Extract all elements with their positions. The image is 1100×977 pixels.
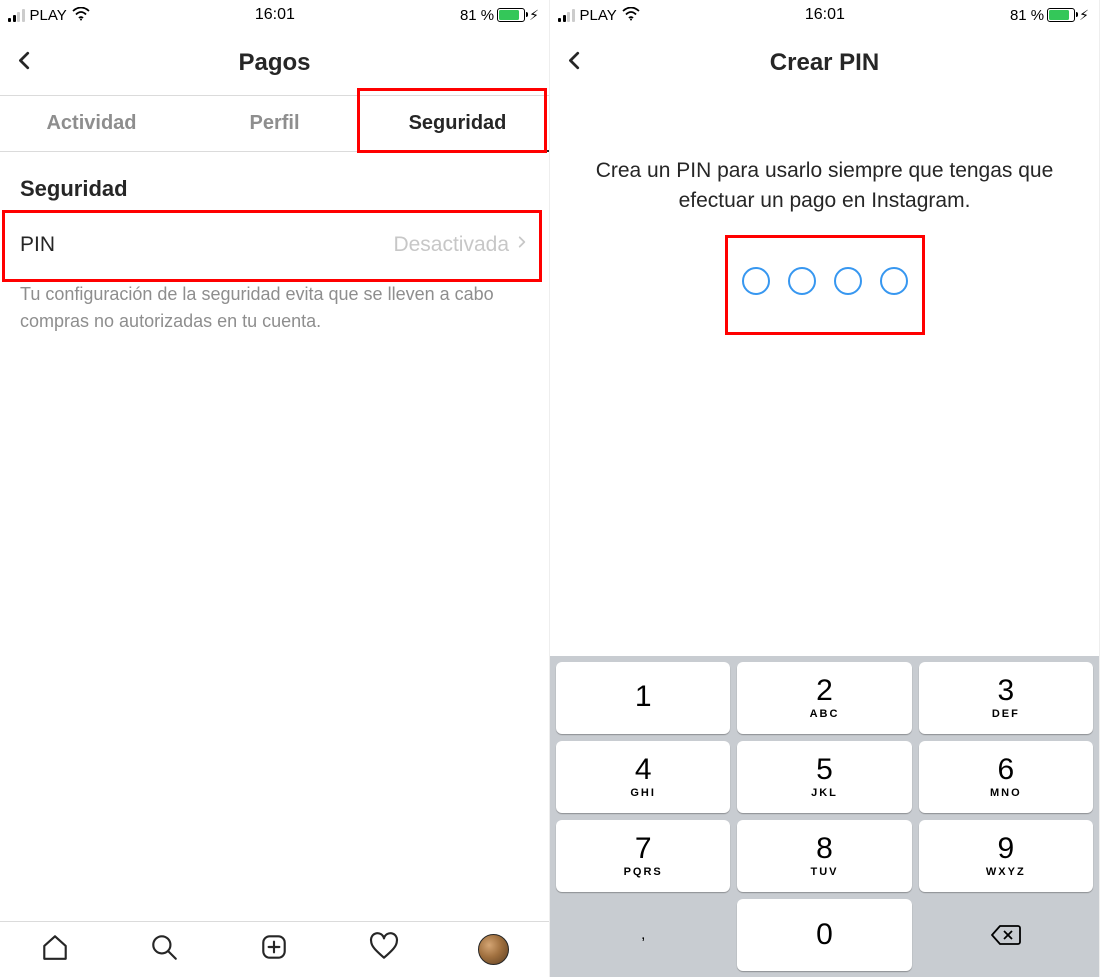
nav-new-post[interactable] bbox=[259, 932, 289, 967]
key-2[interactable]: 2ABC bbox=[737, 662, 911, 734]
backspace-icon bbox=[990, 923, 1022, 947]
status-bar: PLAY 16:01 81 % ⚡︎ bbox=[550, 0, 1099, 30]
nav-profile[interactable] bbox=[478, 934, 509, 965]
tab-profile[interactable]: Perfil bbox=[183, 96, 366, 151]
security-help-text: Tu configuración de la seguridad evita q… bbox=[0, 273, 549, 343]
page-title: Crear PIN bbox=[770, 49, 879, 77]
nav-search[interactable] bbox=[149, 932, 179, 967]
row-pin-right: Desactivada bbox=[393, 232, 529, 257]
row-pin[interactable]: PIN Desactivada bbox=[0, 216, 549, 273]
chevron-right-icon bbox=[515, 232, 529, 257]
key-6[interactable]: 6MNO bbox=[919, 741, 1093, 813]
key-comma[interactable]: , bbox=[556, 899, 730, 971]
carrier-label: PLAY bbox=[580, 7, 617, 24]
screen-payments: PLAY 16:01 81 % ⚡︎ Pagos Actividad Perfi… bbox=[0, 0, 550, 977]
pin-input[interactable] bbox=[550, 247, 1099, 325]
status-right: 81 % ⚡︎ bbox=[1010, 7, 1089, 24]
back-button[interactable] bbox=[14, 46, 36, 79]
screen-create-pin: PLAY 16:01 81 % ⚡︎ Crear PIN Crea un PIN… bbox=[550, 0, 1100, 977]
signal-icon bbox=[558, 8, 575, 22]
status-right: 81 % ⚡︎ bbox=[460, 7, 539, 24]
row-pin-label: PIN bbox=[20, 233, 55, 257]
key-3[interactable]: 3DEF bbox=[919, 662, 1093, 734]
key-8[interactable]: 8TUV bbox=[737, 820, 911, 892]
key-0[interactable]: 0 bbox=[737, 899, 911, 971]
key-5[interactable]: 5JKL bbox=[737, 741, 911, 813]
carrier-label: PLAY bbox=[30, 7, 67, 24]
nav-header: Pagos bbox=[0, 30, 549, 96]
key-4[interactable]: 4GHI bbox=[556, 741, 730, 813]
avatar bbox=[478, 934, 509, 965]
battery-icon bbox=[497, 8, 525, 22]
key-7[interactable]: 7PQRS bbox=[556, 820, 730, 892]
pin-dot-3 bbox=[834, 267, 862, 295]
pin-dot-1 bbox=[742, 267, 770, 295]
bottom-tabbar bbox=[0, 921, 549, 977]
pin-dot-4 bbox=[880, 267, 908, 295]
nav-activity[interactable] bbox=[369, 932, 399, 967]
key-backspace[interactable] bbox=[919, 899, 1093, 971]
charging-icon: ⚡︎ bbox=[529, 7, 539, 24]
nav-header: Crear PIN bbox=[550, 30, 1099, 96]
wifi-icon bbox=[622, 7, 640, 24]
clock: 16:01 bbox=[255, 6, 295, 24]
nav-home[interactable] bbox=[40, 932, 70, 967]
numeric-keypad: 1 2ABC 3DEF 4GHI 5JKL 6MNO 7PQRS 8TUV 9W… bbox=[550, 656, 1099, 977]
page-title: Pagos bbox=[238, 49, 310, 77]
tab-underline bbox=[366, 150, 549, 152]
wifi-icon bbox=[72, 7, 90, 24]
pin-dot-2 bbox=[788, 267, 816, 295]
tab-security[interactable]: Seguridad bbox=[366, 96, 549, 151]
tab-activity[interactable]: Actividad bbox=[0, 96, 183, 151]
status-bar: PLAY 16:01 81 % ⚡︎ bbox=[0, 0, 549, 30]
battery-icon bbox=[1047, 8, 1075, 22]
back-button[interactable] bbox=[564, 47, 586, 80]
signal-icon bbox=[8, 8, 25, 22]
key-1[interactable]: 1 bbox=[556, 662, 730, 734]
status-left: PLAY bbox=[558, 7, 640, 24]
key-9[interactable]: 9WXYZ bbox=[919, 820, 1093, 892]
status-left: PLAY bbox=[8, 7, 90, 24]
pin-instruction: Crea un PIN para usarlo siempre que teng… bbox=[550, 96, 1099, 247]
row-pin-value: Desactivada bbox=[393, 233, 509, 257]
battery-percent: 81 % bbox=[1010, 7, 1044, 24]
tabs: Actividad Perfil Seguridad bbox=[0, 96, 549, 152]
charging-icon: ⚡︎ bbox=[1079, 7, 1089, 24]
section-title-security: Seguridad bbox=[0, 152, 549, 216]
clock: 16:01 bbox=[805, 6, 845, 24]
battery-percent: 81 % bbox=[460, 7, 494, 24]
